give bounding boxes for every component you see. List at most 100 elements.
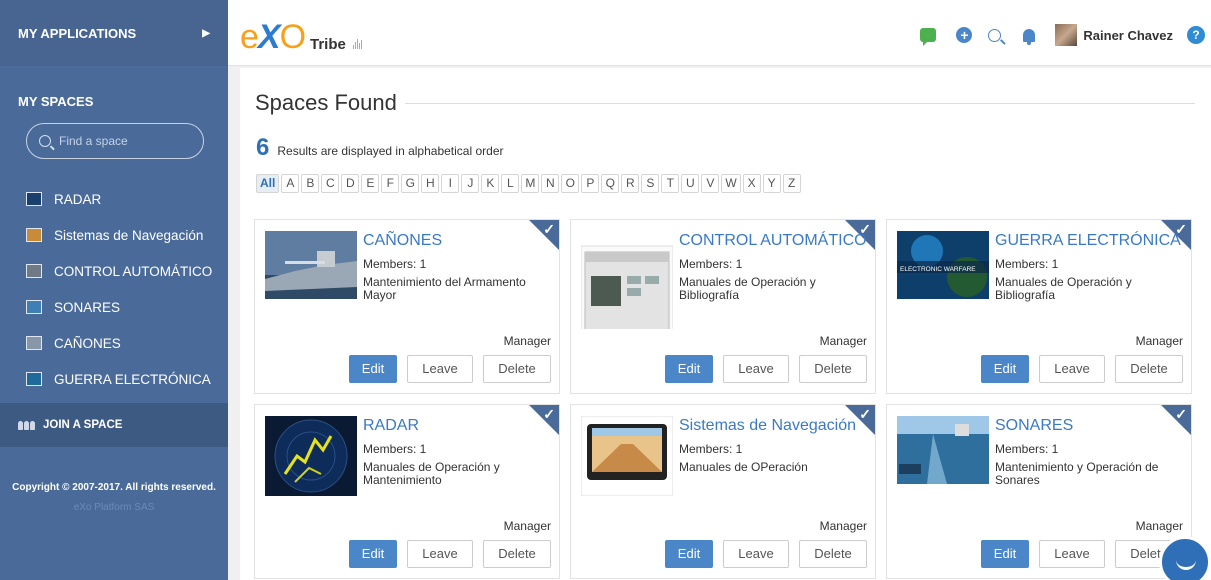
sidebar-item-label: CAÑONES xyxy=(54,335,121,351)
edit-button[interactable]: Edit xyxy=(981,355,1029,383)
search-icon[interactable] xyxy=(988,28,1002,42)
card-actions: Edit Leave Delete xyxy=(349,540,551,568)
letter-filter-p[interactable]: P xyxy=(581,174,600,193)
chat-icon[interactable] xyxy=(920,28,937,46)
space-image xyxy=(265,231,357,299)
sidebar-item-control-automatico[interactable]: CONTROL AUTOMÁTICO xyxy=(0,253,228,289)
sidebar-item-navegacion[interactable]: Sistemas de Navegación xyxy=(0,217,228,253)
page-title: Spaces Found xyxy=(255,90,397,115)
role-label: Manager xyxy=(819,334,867,348)
edit-button[interactable]: Edit xyxy=(349,540,397,568)
join-space-button[interactable]: JOIN A SPACE xyxy=(0,403,228,447)
leave-button[interactable]: Leave xyxy=(723,355,789,383)
letter-filter-v[interactable]: V xyxy=(701,174,720,193)
my-applications-toggle[interactable]: MY APPLICATIONS ▶ xyxy=(0,0,228,66)
tribe-label: Tribe xyxy=(310,36,346,53)
card-actions: Edit Leave Delete xyxy=(665,540,867,568)
letter-filter-m[interactable]: M xyxy=(521,174,540,193)
letter-filter-u[interactable]: U xyxy=(681,174,700,193)
signal-bars-icon xyxy=(353,39,362,49)
letter-filter-w[interactable]: W xyxy=(721,174,741,193)
role-label: Manager xyxy=(503,334,551,348)
letter-filter-s[interactable]: S xyxy=(641,174,660,193)
letter-filter-b[interactable]: B xyxy=(301,174,320,193)
space-title-link[interactable]: CONTROL AUTOMÁTICO xyxy=(679,232,867,250)
leave-button[interactable]: Leave xyxy=(1039,355,1105,383)
letter-filter-x[interactable]: X xyxy=(742,174,761,193)
letter-filter-all[interactable]: All xyxy=(256,174,280,193)
letter-filter-d[interactable]: D xyxy=(341,174,360,193)
leave-button[interactable]: Leave xyxy=(1039,540,1105,568)
letter-filter-a[interactable]: A xyxy=(281,174,300,193)
chat-launcher-button[interactable] xyxy=(1159,536,1211,580)
edit-button[interactable]: Edit xyxy=(665,355,713,383)
letter-filter-n[interactable]: N xyxy=(541,174,560,193)
delete-button[interactable]: Delete xyxy=(799,355,867,383)
letter-filter-r[interactable]: R xyxy=(621,174,640,193)
help-icon[interactable]: ? xyxy=(1187,26,1205,44)
role-label: Manager xyxy=(503,519,551,533)
main-panel: Spaces Found 6 Results are displayed in … xyxy=(240,68,1211,580)
delete-button[interactable]: Delete xyxy=(483,540,551,568)
add-icon[interactable]: + xyxy=(956,27,973,43)
leave-button[interactable]: Leave xyxy=(723,540,789,568)
avatar[interactable] xyxy=(1055,24,1078,46)
leave-button[interactable]: Leave xyxy=(407,355,473,383)
letter-filter-o[interactable]: O xyxy=(561,174,580,193)
sidebar-item-label: RADAR xyxy=(54,191,102,207)
letter-filter-k[interactable]: K xyxy=(481,174,500,193)
top-bar: eXO Tribe + Rainer Chavez ? xyxy=(228,0,1211,66)
delete-button[interactable]: Delete xyxy=(483,355,551,383)
space-thumbnail xyxy=(26,228,42,242)
card-actions: Edit Leave Delete xyxy=(665,355,867,383)
divider xyxy=(405,103,1195,104)
space-description: Manuales de Operación y Mantenimiento xyxy=(363,460,500,487)
space-title-link[interactable]: RADAR xyxy=(363,417,419,435)
sidebar-item-label: SONARES xyxy=(54,299,121,315)
sidebar-item-guerra-electronica[interactable]: GUERRA ELECTRÓNICA xyxy=(0,361,228,397)
edit-button[interactable]: Edit xyxy=(665,540,713,568)
search-icon xyxy=(39,135,51,147)
letter-filter-h[interactable]: H xyxy=(421,174,440,193)
notification-bell-icon[interactable] xyxy=(1023,28,1036,45)
letter-filter-t[interactable]: T xyxy=(661,174,680,193)
letter-filter-f[interactable]: F xyxy=(381,174,400,193)
role-label: Manager xyxy=(1135,334,1183,348)
my-applications-label: MY APPLICATIONS xyxy=(18,25,137,41)
sidebar-item-label: Sistemas de Navegación xyxy=(54,227,204,243)
letter-filter-g[interactable]: G xyxy=(401,174,420,193)
letter-filter-j[interactable]: J xyxy=(461,174,480,193)
company-link[interactable]: eXo Platform SAS xyxy=(0,502,228,513)
sidebar-item-canones[interactable]: CAÑONES xyxy=(0,325,228,361)
space-card-sonares: ✓ SONARES Members: 1 Mantenimiento y Ope… xyxy=(886,404,1192,579)
edit-button[interactable]: Edit xyxy=(981,540,1029,568)
user-name[interactable]: Rainer Chavez xyxy=(1083,28,1173,43)
space-title-link[interactable]: GUERRA ELECTRÓNICA xyxy=(995,232,1181,250)
sidebar-item-sonares[interactable]: SONARES xyxy=(0,289,228,325)
edit-button[interactable]: Edit xyxy=(349,355,397,383)
space-description: Mantenimiento del Armamento Mayor xyxy=(363,275,526,302)
members-count: Members: 1 xyxy=(995,257,1059,271)
space-title-link[interactable]: SONARES xyxy=(995,417,1073,435)
space-image xyxy=(581,416,673,496)
logo-e: e xyxy=(240,18,259,56)
space-title-link[interactable]: Sistemas de Navegación xyxy=(679,417,856,435)
exo-logo[interactable]: eXO xyxy=(240,18,306,56)
alphabet-filter: All A B C D E F G H I J K L M N O P Q R S T U V W X Y Z xyxy=(256,174,801,193)
join-space-label: JOIN A SPACE xyxy=(43,419,123,431)
find-space-input[interactable]: Find a space xyxy=(26,123,204,159)
letter-filter-q[interactable]: Q xyxy=(601,174,620,193)
letter-filter-i[interactable]: I xyxy=(441,174,460,193)
leave-button[interactable]: Leave xyxy=(407,540,473,568)
delete-button[interactable]: Delete xyxy=(1115,355,1183,383)
letter-filter-e[interactable]: E xyxy=(361,174,380,193)
space-title-link[interactable]: CAÑONES xyxy=(363,232,442,250)
members-count: Members: 1 xyxy=(995,442,1059,456)
logo-o: O xyxy=(279,18,306,56)
letter-filter-l[interactable]: L xyxy=(501,174,520,193)
delete-button[interactable]: Delete xyxy=(799,540,867,568)
letter-filter-y[interactable]: Y xyxy=(762,174,781,193)
letter-filter-c[interactable]: C xyxy=(321,174,340,193)
letter-filter-z[interactable]: Z xyxy=(782,174,801,193)
sidebar-item-radar[interactable]: RADAR xyxy=(0,181,228,217)
